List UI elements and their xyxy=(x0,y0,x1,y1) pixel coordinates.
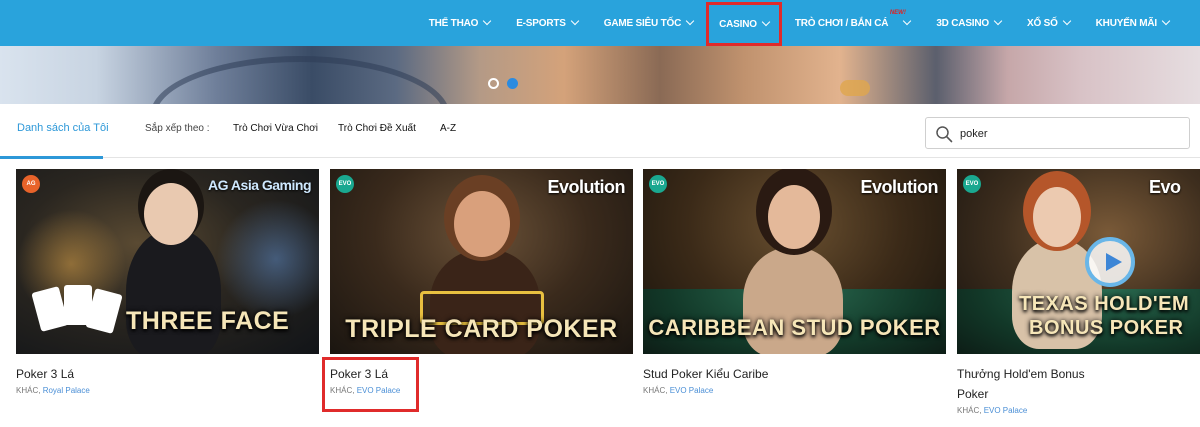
game-provider[interactable]: EVO Palace xyxy=(984,406,1028,415)
nav-label: THỂ THAO xyxy=(428,17,479,29)
play-icon[interactable] xyxy=(1085,237,1135,287)
nav-item-sports[interactable]: THỂ THAO xyxy=(416,0,504,46)
chevron-down-icon xyxy=(903,16,912,26)
dealer-figure xyxy=(1033,187,1081,247)
game-title[interactable]: Poker 3 Lá xyxy=(16,364,319,384)
nav-item-promotions[interactable]: KHUYẾN MÃI xyxy=(1083,0,1182,46)
game-card[interactable]: CARIBBEAN STUD POKER Evolution EVO Stud … xyxy=(643,169,946,395)
game-title[interactable]: Stud Poker Kiểu Caribe xyxy=(643,364,946,384)
nav-label: KHUYẾN MÃI xyxy=(1095,17,1158,29)
game-thumbnail[interactable]: CARIBBEAN STUD POKER Evolution EVO xyxy=(643,169,946,354)
provider-badge: EVO xyxy=(649,175,667,193)
nav-item-esports[interactable]: E-SPORTS xyxy=(503,0,591,46)
game-art-title: TRIPLE CARD POKER xyxy=(345,315,618,343)
game-category: KHÁC xyxy=(957,406,980,415)
search-icon[interactable] xyxy=(935,125,953,143)
sort-option-recommended[interactable]: Trò Chơi Đề Xuất xyxy=(338,123,416,134)
nav-item-lottery[interactable]: XỔ SỐ xyxy=(1014,0,1083,46)
highlight-annotation xyxy=(322,357,419,412)
game-provider[interactable]: Royal Palace xyxy=(43,386,90,395)
chevron-down-icon xyxy=(482,16,492,26)
provider-logo: Evolution xyxy=(547,177,626,197)
provider-badge: EVO xyxy=(336,175,354,193)
chevron-down-icon xyxy=(685,16,695,26)
tab-my-list[interactable]: Danh sách của Tôi xyxy=(17,122,109,134)
game-title[interactable]: Thưởng Hold'em Bonus Poker xyxy=(957,364,1097,404)
filter-bar: Danh sách của Tôi Sắp xếp theo : Trò Chơ… xyxy=(0,104,1200,159)
nav-label: XỔ SỐ xyxy=(1026,17,1058,29)
search-box xyxy=(925,117,1190,149)
chevron-down-icon xyxy=(1161,16,1171,26)
provider-logo: AG Asia Gaming xyxy=(208,177,311,193)
carousel-dots xyxy=(488,78,518,89)
nav-label: E-SPORTS xyxy=(516,17,566,29)
game-thumbnail[interactable]: THREE FACE AG Asia Gaming AG xyxy=(16,169,319,354)
game-meta: KHÁC, EVO Palace xyxy=(643,386,714,395)
game-card[interactable]: TEXAS HOLD'EM BONUS POKER Evo EVO Thưởng… xyxy=(957,169,1200,415)
provider-logo: Evo xyxy=(1149,177,1181,197)
game-category: KHÁC xyxy=(16,386,39,395)
provider-badge: EVO xyxy=(963,175,981,193)
game-card[interactable]: THREE FACE AG Asia Gaming AG Poker 3 Lá … xyxy=(16,169,319,395)
dealer-figure xyxy=(144,183,198,245)
chevron-down-icon xyxy=(1062,16,1071,26)
sort-option-az[interactable]: A-Z xyxy=(440,123,456,134)
nav-item-3d-casino[interactable]: 3D CASINO xyxy=(923,0,1014,46)
chevron-down-icon xyxy=(570,16,579,26)
game-meta: KHÁC, Royal Palace xyxy=(16,386,90,395)
nav-item-games-fishing[interactable]: TRÒ CHƠI / BẮN CÁ NEW! xyxy=(782,0,923,46)
sort-option-recent[interactable]: Trò Chơi Vừa Chơi xyxy=(233,123,318,134)
game-category: KHÁC xyxy=(643,386,666,395)
game-art-title: THREE FACE xyxy=(126,307,290,335)
nav-label: CASINO xyxy=(719,18,757,30)
game-meta: KHÁC, EVO Palace xyxy=(957,406,1028,415)
provider-logo: Evolution xyxy=(860,177,939,197)
main-nav: THỂ THAO E-SPORTS GAME SIÊU TỐC CASINO T… xyxy=(416,0,1182,46)
background-lights xyxy=(216,199,319,319)
chevron-down-icon xyxy=(761,17,771,27)
sort-label: Sắp xếp theo : xyxy=(145,123,210,134)
banner-art xyxy=(840,80,870,96)
search-input[interactable] xyxy=(960,124,1180,144)
dealer-figure xyxy=(768,185,820,249)
new-badge: NEW! xyxy=(889,10,906,16)
hero-banner[interactable] xyxy=(0,46,1200,104)
game-art-subtitle: BONUS POKER xyxy=(1029,317,1184,339)
game-thumbnail[interactable]: TEXAS HOLD'EM BONUS POKER Evo EVO xyxy=(957,169,1200,354)
nav-label: 3D CASINO xyxy=(936,17,989,29)
chevron-down-icon xyxy=(993,16,1003,26)
game-provider[interactable]: EVO Palace xyxy=(670,386,714,395)
game-art-title: CARIBBEAN STUD POKER xyxy=(648,315,941,340)
dealer-figure xyxy=(454,191,510,257)
carousel-dot[interactable] xyxy=(488,78,499,89)
nav-item-casino[interactable]: CASINO xyxy=(706,2,782,46)
nav-item-fast-games[interactable]: GAME SIÊU TỐC xyxy=(591,0,706,46)
tab-active-underline xyxy=(0,156,103,159)
nav-label: TRÒ CHƠI / BẮN CÁ xyxy=(794,17,889,29)
nav-label: GAME SIÊU TỐC xyxy=(603,17,682,29)
top-nav-bar: THỂ THAO E-SPORTS GAME SIÊU TỐC CASINO T… xyxy=(0,0,1200,46)
carousel-dot-active[interactable] xyxy=(507,78,518,89)
provider-badge: AG xyxy=(22,175,40,193)
banner-art xyxy=(150,56,450,104)
game-thumbnail[interactable]: TRIPLE CARD POKER Evolution EVO xyxy=(330,169,633,354)
game-art-title: TEXAS HOLD'EM xyxy=(1019,293,1190,315)
